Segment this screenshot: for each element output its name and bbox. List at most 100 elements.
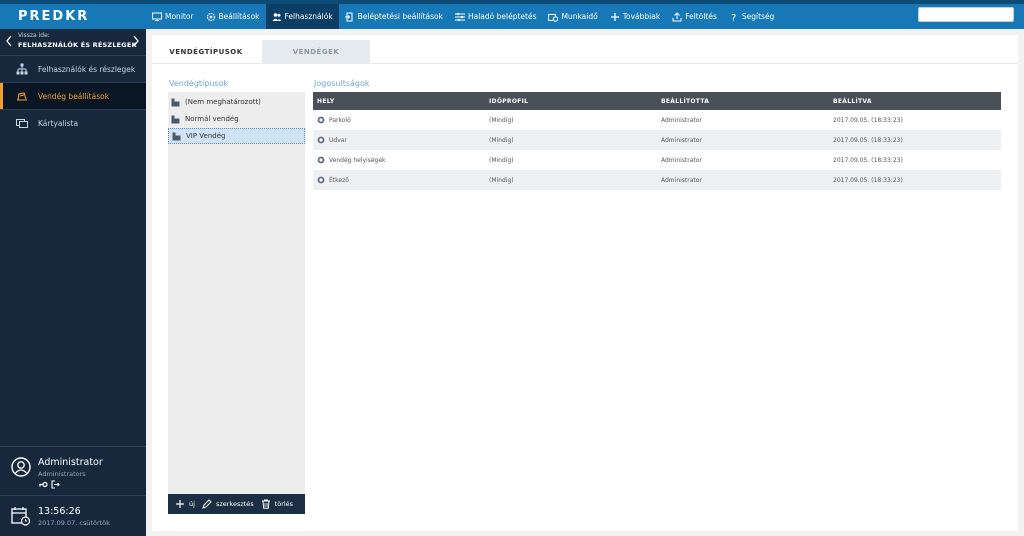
chevron-right-icon[interactable] (132, 35, 140, 47)
cell-time-profile: (Mindig) (489, 136, 514, 144)
table-row[interactable]: Étkező (Mindig) Administrator 2017.09.05… (313, 170, 1001, 190)
help-icon: ? (729, 12, 739, 22)
cell-set-by: Administrator (661, 116, 702, 124)
users-icon (272, 12, 282, 22)
sidebar: Vissza ide: FELHASZNÁLÓK ÉS RÉSZLEGEK Fe… (0, 29, 146, 536)
back-label: Vissza ide: (18, 32, 50, 39)
nav-item-more[interactable]: Továbbiak (604, 4, 666, 29)
edit-button-label: szerkesztés (215, 500, 254, 508)
monitor-icon (152, 12, 162, 22)
cell-set-at: 2017.09.05. (18:33:23) (833, 136, 903, 144)
nav-item-settings[interactable]: Beállítások (200, 4, 266, 29)
cell-set-by: Administrator (661, 136, 702, 144)
tab-bar: VENDÉGTÍPUSOK VENDÉGEK (152, 40, 370, 63)
app-logo[interactable]: PREDKR (18, 9, 89, 24)
guest-type-icon (172, 132, 181, 141)
nav-item-access-settings[interactable]: Beléptetési beállítások (339, 4, 449, 29)
trash-icon (261, 499, 270, 509)
cell-set-at: 2017.09.05. (18:33:23) (833, 176, 903, 184)
edit-button[interactable]: szerkesztés (202, 499, 254, 509)
sliders-icon (454, 12, 465, 22)
cell-set-at: 2017.09.05. (18:33:23) (833, 116, 903, 124)
search-input[interactable] (918, 7, 1014, 22)
sidebar-item-guest-settings[interactable]: Vendég beállítások (0, 83, 146, 109)
list-item-label: (Nem meghatározott) (185, 98, 261, 106)
top-bar: PREDKR Monitor Beállítások Felhasználók … (0, 0, 1024, 29)
list-item-label: VIP Vendég (186, 132, 226, 140)
svg-text:?: ? (731, 13, 736, 22)
cell-location: Vendég helyiségek (329, 156, 386, 164)
cell-set-by: Administrator (661, 156, 702, 164)
calendar-clock-icon (11, 507, 31, 526)
cards-icon (16, 117, 28, 129)
pencil-icon (202, 499, 212, 509)
clock-panel: 13:56:26 2017.09.07. csütörtök (0, 500, 146, 536)
tab-guest-types[interactable]: VENDÉGTÍPUSOK (152, 40, 260, 63)
door-icon (344, 12, 355, 22)
guest-types-toolbar: új szerkesztés törlés (168, 494, 305, 514)
divider (152, 63, 1018, 64)
permissions-table: HELY IDŐPROFIL BEÁLLÍTOTTA BEÁLLÍTVA Par… (313, 92, 1001, 190)
list-item[interactable]: (Nem meghatározott) (168, 94, 305, 110)
main-content: VENDÉGTÍPUSOK VENDÉGEK Vendégtípusok Jog… (152, 35, 1018, 531)
back-title: FELHASZNÁLÓK ÉS RÉSZLEGEK (18, 41, 137, 49)
table-row[interactable]: Vendég helyiségek (Mindig) Administrator… (313, 150, 1001, 170)
nav-item-advanced-access[interactable]: Haladó beléptetés (449, 4, 543, 29)
back-link[interactable]: Vissza ide: FELHASZNÁLÓK ÉS RÉSZLEGEK (0, 29, 146, 55)
location-icon (317, 116, 325, 124)
guest-types-title: Vendégtípusok (169, 79, 229, 88)
divider (0, 446, 146, 447)
chevron-left-icon (6, 35, 12, 47)
nav-item-help[interactable]: ? Segítség (723, 4, 780, 29)
guest-type-icon (171, 98, 180, 107)
column-header[interactable]: IDŐPROFIL (485, 98, 657, 105)
cell-set-at: 2017.09.05. (18:33:23) (833, 156, 903, 164)
new-button[interactable]: új (175, 499, 195, 509)
plus-icon (610, 12, 620, 22)
nav-item-users[interactable]: Felhasználók (265, 4, 339, 29)
nav-item-label: Segítség (741, 12, 775, 21)
guest-types-list: (Nem meghatározott) Normál vendég VIP Ve… (168, 92, 305, 514)
user-actions (39, 480, 60, 489)
list-item-selected[interactable]: VIP Vendég (168, 128, 305, 144)
sidebar-item-label: Felhasználók és részlegek (38, 64, 136, 74)
nav-item-upload[interactable]: Feltöltés (666, 4, 723, 29)
list-item[interactable]: Normál vendég (168, 111, 305, 127)
sidebar-item-users-departments[interactable]: Felhasználók és részlegek (0, 56, 146, 82)
plus-icon (176, 500, 184, 508)
gear-icon (206, 12, 216, 22)
nav-item-label: Munkaidő (561, 12, 598, 21)
sidebar-item-label: Kártyalista (38, 118, 79, 128)
delete-button[interactable]: törlés (261, 499, 293, 509)
clock-time: 13:56:26 (38, 506, 81, 517)
avatar-icon[interactable] (11, 457, 31, 477)
nav-item-worktime[interactable]: Munkaidő (542, 4, 603, 29)
column-header[interactable]: BEÁLLÍTOTTA (657, 98, 829, 105)
sidebar-item-card-list[interactable]: Kártyalista (0, 110, 146, 136)
cell-location: Étkező (329, 176, 349, 184)
nav-item-label: Felhasználók (284, 12, 333, 21)
column-header[interactable]: HELY (313, 98, 485, 105)
cell-location: Parkoló (329, 116, 351, 124)
location-icon (317, 136, 325, 144)
table-row[interactable]: Udvar (Mindig) Administrator 2017.09.05.… (313, 130, 1001, 150)
table-row[interactable]: Parkoló (Mindig) Administrator 2017.09.0… (313, 110, 1001, 130)
column-header[interactable]: BEÁLLÍTVA (829, 98, 1001, 105)
nav-item-label: Feltöltés (685, 12, 717, 21)
cell-time-profile: (Mindig) (489, 116, 514, 124)
user-panel: Administrator Administrators (0, 451, 146, 495)
key-icon[interactable] (39, 481, 48, 488)
cell-set-by: Administrator (661, 176, 702, 184)
logout-icon[interactable] (51, 480, 60, 489)
list-item-label: Normál vendég (185, 115, 239, 123)
nav-item-label: Monitor (165, 12, 194, 21)
cell-location: Udvar (329, 136, 347, 144)
nav-item-label: Továbbiak (622, 12, 661, 21)
new-button-label: új (189, 500, 195, 508)
nav-item-label: Beállítások (218, 12, 260, 21)
tab-guests[interactable]: VENDÉGEK (262, 40, 370, 63)
divider (0, 495, 146, 496)
nav-item-monitor[interactable]: Monitor (146, 4, 200, 29)
hierarchy-icon (16, 63, 28, 75)
user-name: Administrator (38, 457, 103, 468)
